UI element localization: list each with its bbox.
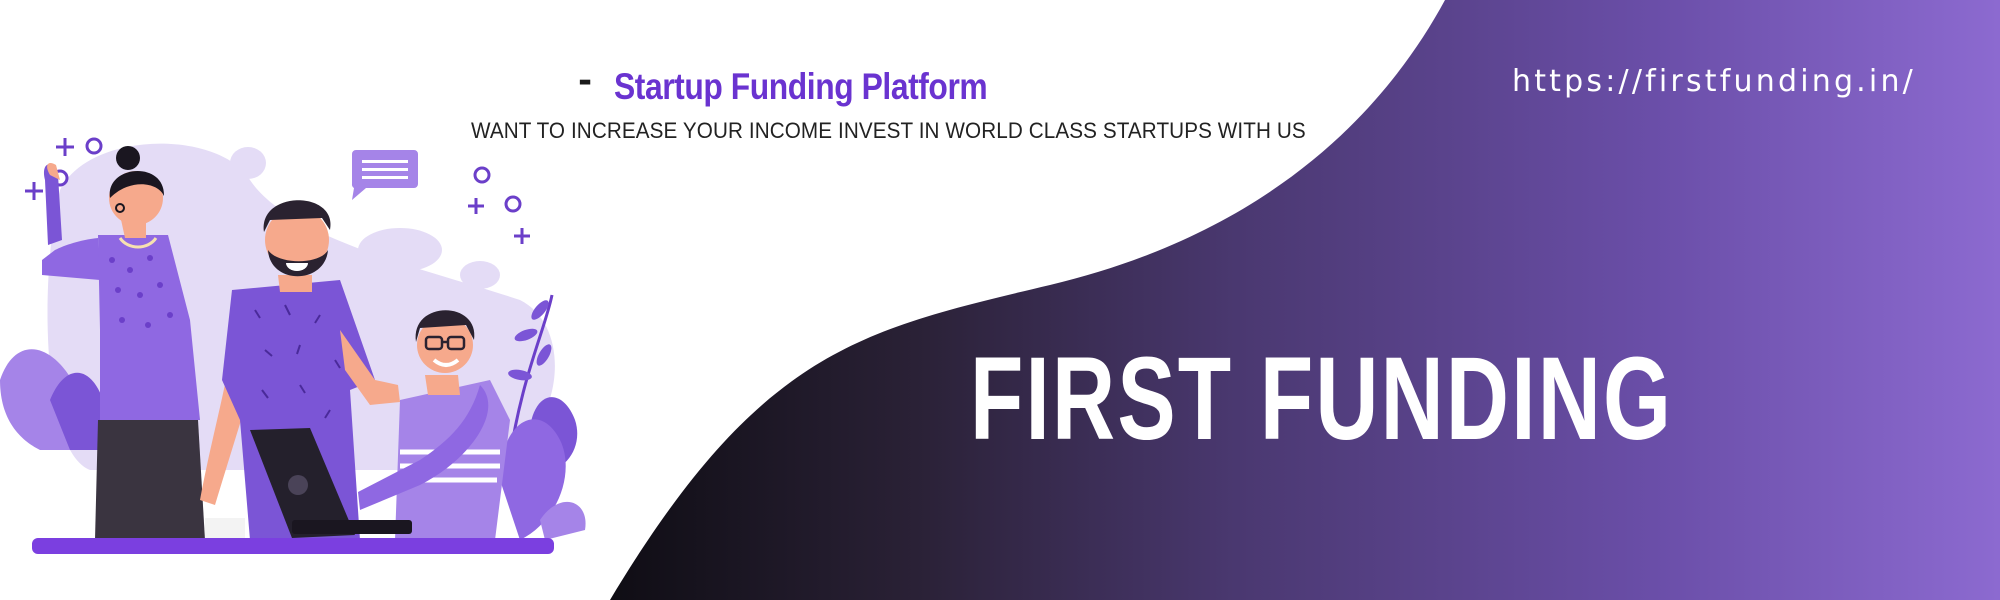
subline-text: WANT TO INCREASE YOUR INCOME INVEST IN W…: [471, 118, 1306, 143]
speech-bubble-icon: [351, 150, 418, 200]
cloud-shape-small: [460, 261, 500, 289]
brand-title: FIRST FUNDING: [970, 333, 1674, 465]
team-illustration: [0, 137, 586, 554]
tagline-row: - Startup Funding Platform: [578, 61, 1048, 112]
desk: [32, 538, 554, 554]
cloud-shape-top: [230, 147, 266, 179]
cloud-shape: [358, 228, 442, 272]
banner: - Startup Funding Platform WANT TO INCRE…: [0, 0, 2000, 600]
paper-sheet: [205, 518, 245, 540]
tagline: Startup Funding Platform: [614, 66, 988, 107]
tagline-dash: -: [578, 61, 593, 101]
website-url: https://firstfunding.in/: [1512, 64, 1916, 99]
